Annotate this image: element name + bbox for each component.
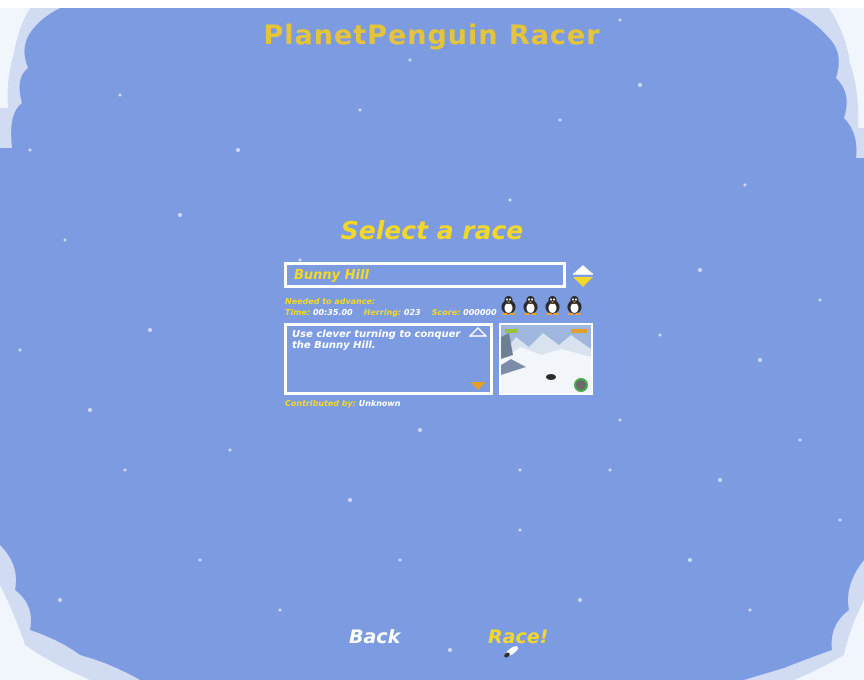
penguin-icon bbox=[499, 295, 518, 316]
requirements-label: Needed to advance: bbox=[285, 297, 376, 306]
arrow-down-icon bbox=[573, 277, 593, 287]
contributor-label: Contributed by: bbox=[285, 399, 356, 408]
requirements-stats: Time: 00:35.00 Herring: 023 Score: 00000… bbox=[285, 308, 497, 317]
scroll-up-icon[interactable] bbox=[469, 327, 487, 337]
course-preview bbox=[499, 323, 593, 395]
frost-bottom-right bbox=[744, 560, 864, 680]
penguin-icon bbox=[565, 295, 584, 316]
scroll-down-icon[interactable] bbox=[469, 381, 487, 391]
frost-bottom-left bbox=[0, 545, 140, 680]
window-top-border bbox=[0, 0, 864, 8]
back-button[interactable]: Back bbox=[349, 626, 400, 648]
penguin-icon bbox=[543, 295, 562, 316]
time-value: 00:35.00 bbox=[312, 308, 353, 317]
herring-label: Herring: bbox=[363, 308, 402, 317]
race-description: Use clever turning to conquer the Bunny … bbox=[292, 329, 461, 351]
arrow-up-icon bbox=[573, 265, 593, 274]
contributor-name: Unknown bbox=[358, 399, 401, 408]
race-spinner[interactable] bbox=[572, 264, 594, 288]
race-name: Bunny Hill bbox=[294, 268, 369, 283]
score-label: Score: bbox=[431, 308, 461, 317]
herring-value: 023 bbox=[403, 308, 421, 317]
course-preview-image bbox=[501, 325, 591, 393]
contributor-info: Contributed by: Unknown bbox=[285, 399, 401, 408]
difficulty-penguins bbox=[499, 295, 584, 316]
time-label: Time: bbox=[285, 308, 311, 317]
race-selector[interactable]: Bunny Hill bbox=[284, 262, 566, 288]
mouse-cursor-icon bbox=[504, 646, 518, 658]
penguin-icon bbox=[521, 295, 540, 316]
score-value: 000000 bbox=[463, 308, 497, 317]
screen-title: Select a race bbox=[340, 216, 524, 245]
description-box[interactable]: Use clever turning to conquer the Bunny … bbox=[284, 323, 493, 395]
app-title: PlanetPenguin Racer bbox=[263, 20, 601, 51]
